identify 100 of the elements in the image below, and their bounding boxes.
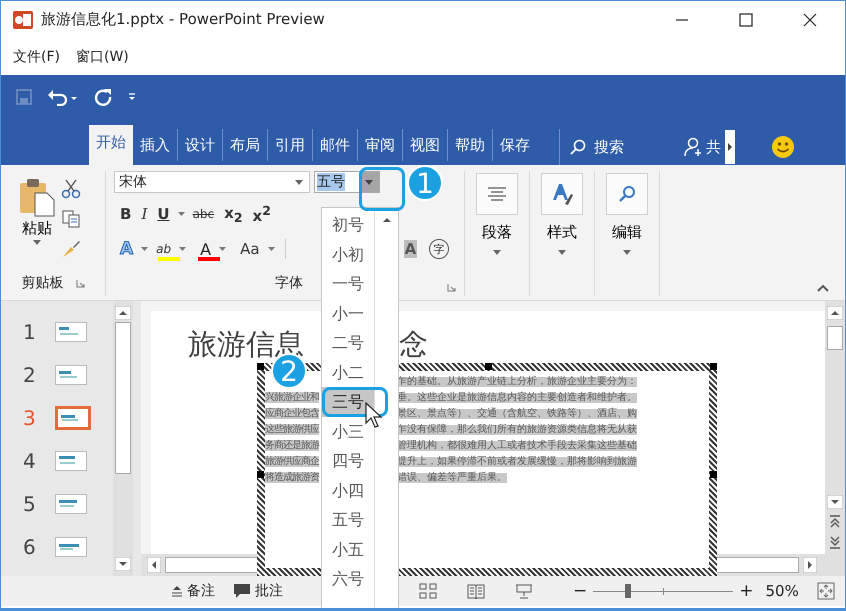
font-name-field[interactable]: 宋体 xyxy=(114,171,310,193)
scroll-up-icon[interactable] xyxy=(827,306,843,320)
ribbon-tab[interactable]: 插入 xyxy=(133,129,177,161)
format-painter-icon[interactable] xyxy=(61,239,81,259)
slide-thumbnail[interactable] xyxy=(55,365,87,385)
scroll-left-icon[interactable] xyxy=(147,557,161,573)
dropdown-arrow-icon[interactable] xyxy=(365,180,373,184)
previous-slide-icon[interactable] xyxy=(829,515,841,529)
resize-handle[interactable] xyxy=(710,363,717,370)
ribbon-tab[interactable]: 邮件 xyxy=(312,129,357,161)
redo-icon[interactable] xyxy=(93,86,113,106)
caret-icon[interactable] xyxy=(178,212,185,216)
ribbon-tab[interactable]: 帮助 xyxy=(447,129,492,161)
scroll-down-icon[interactable] xyxy=(115,557,131,571)
slideshow-icon[interactable] xyxy=(515,583,533,599)
font-size-option[interactable]: 小五 xyxy=(322,534,374,564)
ribbon-tab[interactable]: 开始 xyxy=(89,125,133,165)
slide-thumbnail[interactable] xyxy=(55,322,87,342)
smiley-icon[interactable] xyxy=(771,135,795,159)
font-size-option[interactable]: 一号 xyxy=(322,269,374,298)
scrollbar-thumb[interactable] xyxy=(827,326,843,350)
caret-icon[interactable] xyxy=(219,247,226,251)
caret-icon[interactable] xyxy=(141,247,148,251)
ribbon-tab[interactable]: 审阅 xyxy=(357,129,402,161)
phonetic-button[interactable]: 字 xyxy=(429,239,450,259)
scroll-right-icon[interactable] xyxy=(803,557,817,573)
ribbon-group-button[interactable]: 样式 xyxy=(532,171,592,257)
selected-text: 应商企业包含 xyxy=(265,408,319,419)
next-slide-icon[interactable] xyxy=(829,535,841,549)
format-button[interactable]: Aa xyxy=(238,240,262,258)
resize-handle[interactable] xyxy=(485,363,492,370)
font-size-field[interactable]: 五号 xyxy=(314,171,380,193)
font-size-option[interactable]: 小一 xyxy=(322,298,374,328)
ribbon-tab[interactable]: 设计 xyxy=(177,129,222,161)
slider-thumb[interactable] xyxy=(625,584,632,598)
notes-button[interactable]: 备注 xyxy=(171,582,215,600)
format-button[interactable]: x$_{2}$ xyxy=(222,204,245,224)
format-button[interactable]: U xyxy=(155,205,172,223)
format-button[interactable]: ab xyxy=(154,242,174,256)
slide-thumbnail[interactable] xyxy=(55,494,87,514)
slide-thumbnail[interactable] xyxy=(55,451,87,471)
undo-icon[interactable] xyxy=(47,88,79,106)
zoom-in-button[interactable]: + xyxy=(739,581,754,601)
scroll-down-icon[interactable] xyxy=(827,495,843,509)
caret-icon xyxy=(33,240,41,245)
selected-text: 务商还是旅游 xyxy=(265,440,319,451)
font-size-option[interactable]: 五号 xyxy=(322,505,374,534)
scrollbar-thumb[interactable] xyxy=(115,322,131,474)
font-size-option[interactable]: 小四 xyxy=(322,476,374,505)
ribbon-tab[interactable]: 布局 xyxy=(222,129,267,161)
font-size-option[interactable]: 二号 xyxy=(322,328,374,358)
reading-view-icon[interactable] xyxy=(467,583,485,599)
slide-thumbnail[interactable] xyxy=(55,537,87,557)
resize-handle[interactable] xyxy=(257,363,264,370)
format-button[interactable]: B xyxy=(118,205,134,223)
ribbon-tab[interactable]: 保存 xyxy=(492,129,537,161)
share-button[interactable]: 共 xyxy=(706,138,721,156)
scroll-up-icon[interactable] xyxy=(115,306,131,320)
resize-handle[interactable] xyxy=(710,471,717,478)
menu-item[interactable]: 文件(F) xyxy=(13,48,60,66)
close-icon[interactable] xyxy=(803,12,817,26)
ribbon-tab[interactable]: 视图 xyxy=(402,129,447,161)
paste-button[interactable]: 粘贴 xyxy=(19,177,55,270)
slide-thumbnail[interactable] xyxy=(55,406,91,430)
zoom-level[interactable]: 50% xyxy=(766,582,799,600)
ribbon-tab[interactable]: 引用 xyxy=(267,129,312,161)
font-size-option[interactable]: 六号 xyxy=(322,564,374,594)
shading-button[interactable]: A xyxy=(404,240,418,258)
font-size-option[interactable]: 初号 xyxy=(322,210,374,240)
resize-handle[interactable] xyxy=(257,471,264,478)
zoom-out-button[interactable]: − xyxy=(573,581,588,601)
format-button[interactable]: A xyxy=(198,240,214,258)
font-size-option[interactable]: 四号 xyxy=(322,446,374,476)
font-size-option[interactable]: 小三 xyxy=(322,416,374,446)
menu-item[interactable]: 窗口(W) xyxy=(76,48,129,66)
format-button[interactable]: I xyxy=(139,205,150,223)
slide-number: 1 xyxy=(23,320,37,344)
collapse-ribbon-icon[interactable] xyxy=(817,284,829,292)
ribbon-group-button[interactable]: 编辑 xyxy=(597,171,657,257)
caret-icon xyxy=(558,250,566,255)
customize-icon[interactable] xyxy=(127,90,137,102)
format-button[interactable]: x$^{2}$ xyxy=(250,203,273,225)
search-label[interactable]: 搜索 xyxy=(594,138,624,156)
fit-to-window-icon[interactable] xyxy=(816,582,835,600)
font-size-option[interactable]: 小二 xyxy=(322,358,374,387)
dialog-launcher-icon[interactable] xyxy=(76,278,84,288)
format-button[interactable]: abc xyxy=(190,207,216,221)
scroll-right-icon[interactable] xyxy=(725,130,735,164)
caret-icon[interactable] xyxy=(179,247,186,251)
zoom-slider[interactable] xyxy=(593,583,734,599)
slide-number: 5 xyxy=(23,492,37,516)
scissors-icon[interactable] xyxy=(61,179,81,199)
ribbon-group-button[interactable]: 段落 xyxy=(467,171,527,257)
slide-sorter-icon[interactable] xyxy=(419,583,437,599)
maximize-icon[interactable] xyxy=(739,12,753,26)
font-size-option[interactable]: 小初 xyxy=(322,240,374,269)
dialog-launcher-icon[interactable] xyxy=(447,283,456,292)
copy-icon[interactable] xyxy=(61,209,81,229)
caret-icon[interactable] xyxy=(268,247,275,251)
comments-button[interactable]: 批注 xyxy=(233,582,283,600)
